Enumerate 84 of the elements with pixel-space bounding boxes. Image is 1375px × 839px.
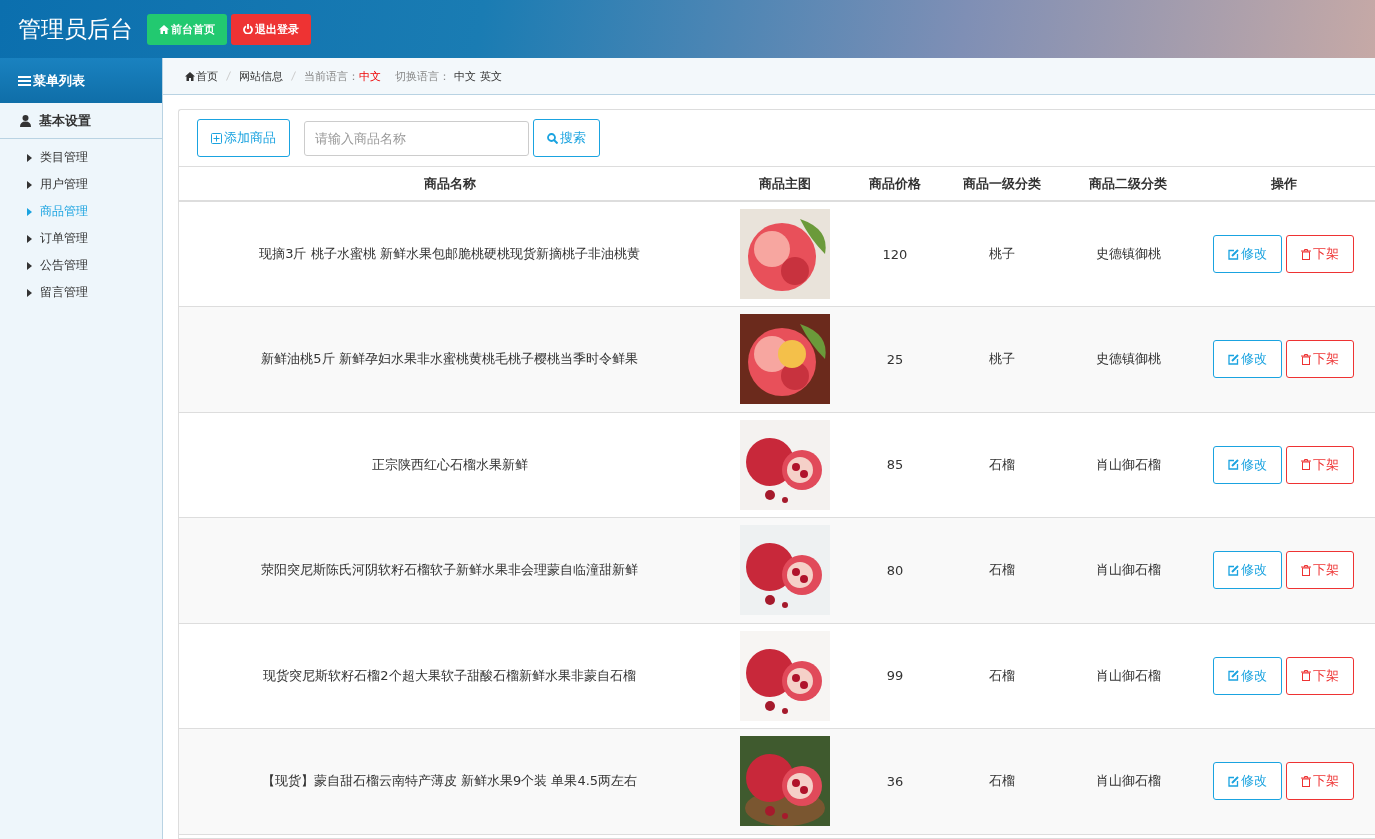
product-name: 现摘3斤 桃子水蜜桃 新鲜水果包邮脆桃硬桃现货新摘桃子非油桃黄 <box>259 246 640 261</box>
caret-icon <box>27 180 32 189</box>
subcategory-cell: 肖山御石榴 <box>1095 773 1161 789</box>
delist-button[interactable]: 下架 <box>1286 340 1354 379</box>
sidebar-item[interactable]: 订单管理 <box>0 225 162 252</box>
subcategory-cell: 肖山御石榴 <box>1095 562 1161 578</box>
breadcrumb-separator-icon <box>226 71 231 81</box>
category-cell: 石榴 <box>989 773 1015 789</box>
plus-square-icon <box>211 132 222 144</box>
delist-button[interactable]: 下架 <box>1286 762 1354 801</box>
edit-icon <box>1228 670 1239 682</box>
subcategory-cell: 史德镇御桃 <box>1095 246 1161 261</box>
language-label: 当前语言： <box>304 69 359 83</box>
search-button[interactable]: 搜索 <box>533 119 600 157</box>
sidebar-item[interactable]: 留言管理 <box>0 279 162 306</box>
sidebar-item[interactable]: 用户管理 <box>0 171 162 198</box>
trash-icon <box>1301 775 1311 787</box>
price-cell: 85 <box>886 457 904 473</box>
price-cell: 99 <box>886 668 904 684</box>
price-cell: 25 <box>886 351 904 367</box>
product-name: 【现货】蒙自甜石榴云南特产薄皮 新鲜水果9个装 单果4.5两左右 <box>261 773 638 789</box>
price-cell: 80 <box>886 562 904 578</box>
price-cell: 36 <box>886 773 904 789</box>
app-title: 管理员后台 <box>18 14 133 44</box>
add-product-button[interactable]: 添加商品 <box>197 119 290 157</box>
edit-button[interactable]: 修改 <box>1213 551 1282 590</box>
power-icon <box>243 24 253 34</box>
language-link[interactable]: 中文 <box>454 68 476 84</box>
category-cell: 桃子 <box>989 351 1015 367</box>
home-icon <box>185 71 195 81</box>
edit-button[interactable]: 修改 <box>1213 445 1282 484</box>
trash-icon <box>1301 353 1311 365</box>
list-icon <box>18 75 31 86</box>
caret-icon <box>27 261 32 270</box>
edit-button[interactable]: 修改 <box>1213 656 1282 695</box>
caret-icon <box>27 153 32 162</box>
subcategory-cell: 史德镇御桃 <box>1095 351 1161 367</box>
product-name: 正宗陕西红心石榴水果新鲜 <box>371 456 528 472</box>
breadcrumb-separator-icon <box>291 71 296 81</box>
delist-button[interactable]: 下架 <box>1286 656 1354 695</box>
caret-icon <box>27 288 32 297</box>
home-icon <box>159 24 169 34</box>
sidebar-item[interactable]: 商品管理 <box>0 198 162 225</box>
subcategory-cell: 肖山御石榴 <box>1095 456 1161 472</box>
caret-icon <box>27 234 32 243</box>
product-name: 现货突尼斯软籽石榴2个超大果软子甜酸石榴新鲜水果非蒙自石榴 <box>263 667 636 683</box>
edit-icon <box>1228 459 1239 471</box>
home-link[interactable]: 首页 <box>185 68 218 84</box>
delist-button[interactable]: 下架 <box>1286 445 1354 484</box>
edit-icon <box>1228 564 1239 576</box>
home-button[interactable]: 前台首页 <box>147 13 227 45</box>
search-field[interactable]: 请输入商品名称 <box>304 120 529 156</box>
category-cell: 桃子 <box>989 246 1015 261</box>
product-name: 新鲜油桃5斤 新鲜孕妇水果非水蜜桃黄桃毛桃子樱桃当季时令鲜果 <box>261 351 638 367</box>
switch-language-label: 切换语言： <box>395 69 450 83</box>
product-name: 荥阳突尼斯陈氏河阴软籽石榴软子新鲜水果非会理蒙自临潼甜新鲜 <box>261 562 638 578</box>
sidebar-title: 菜单列表 <box>33 71 85 90</box>
page-crumb: 网站信息 <box>239 68 283 84</box>
trash-icon <box>1301 670 1311 682</box>
edit-button[interactable]: 修改 <box>1213 340 1282 379</box>
trash-icon <box>1301 459 1311 471</box>
category-cell: 石榴 <box>989 667 1015 683</box>
edit-icon <box>1228 775 1239 787</box>
trash-icon <box>1301 248 1311 260</box>
subcategory-cell: 肖山御石榴 <box>1095 667 1161 683</box>
caret-icon <box>27 207 32 216</box>
sidebar-item[interactable]: 公告管理 <box>0 252 162 279</box>
trash-icon <box>1301 564 1311 576</box>
delist-button[interactable]: 下架 <box>1286 551 1354 590</box>
edit-button[interactable]: 修改 <box>1213 762 1282 801</box>
edit-button[interactable]: 修改 <box>1213 235 1282 273</box>
delist-button[interactable]: 下架 <box>1286 235 1354 273</box>
language-link[interactable]: 英文 <box>480 68 502 84</box>
search-icon <box>547 132 558 144</box>
category-cell: 石榴 <box>989 562 1015 578</box>
sidebar-item[interactable]: 类目管理 <box>0 144 162 171</box>
current-language: 中文 <box>359 69 381 83</box>
logout-button[interactable]: 退出登录 <box>231 13 311 45</box>
price-cell: 120 <box>882 246 908 262</box>
edit-icon <box>1228 248 1239 260</box>
menu-group[interactable]: 基本设置 <box>0 103 162 139</box>
category-cell: 石榴 <box>989 456 1015 472</box>
edit-icon <box>1228 353 1239 365</box>
user-icon <box>20 114 31 127</box>
